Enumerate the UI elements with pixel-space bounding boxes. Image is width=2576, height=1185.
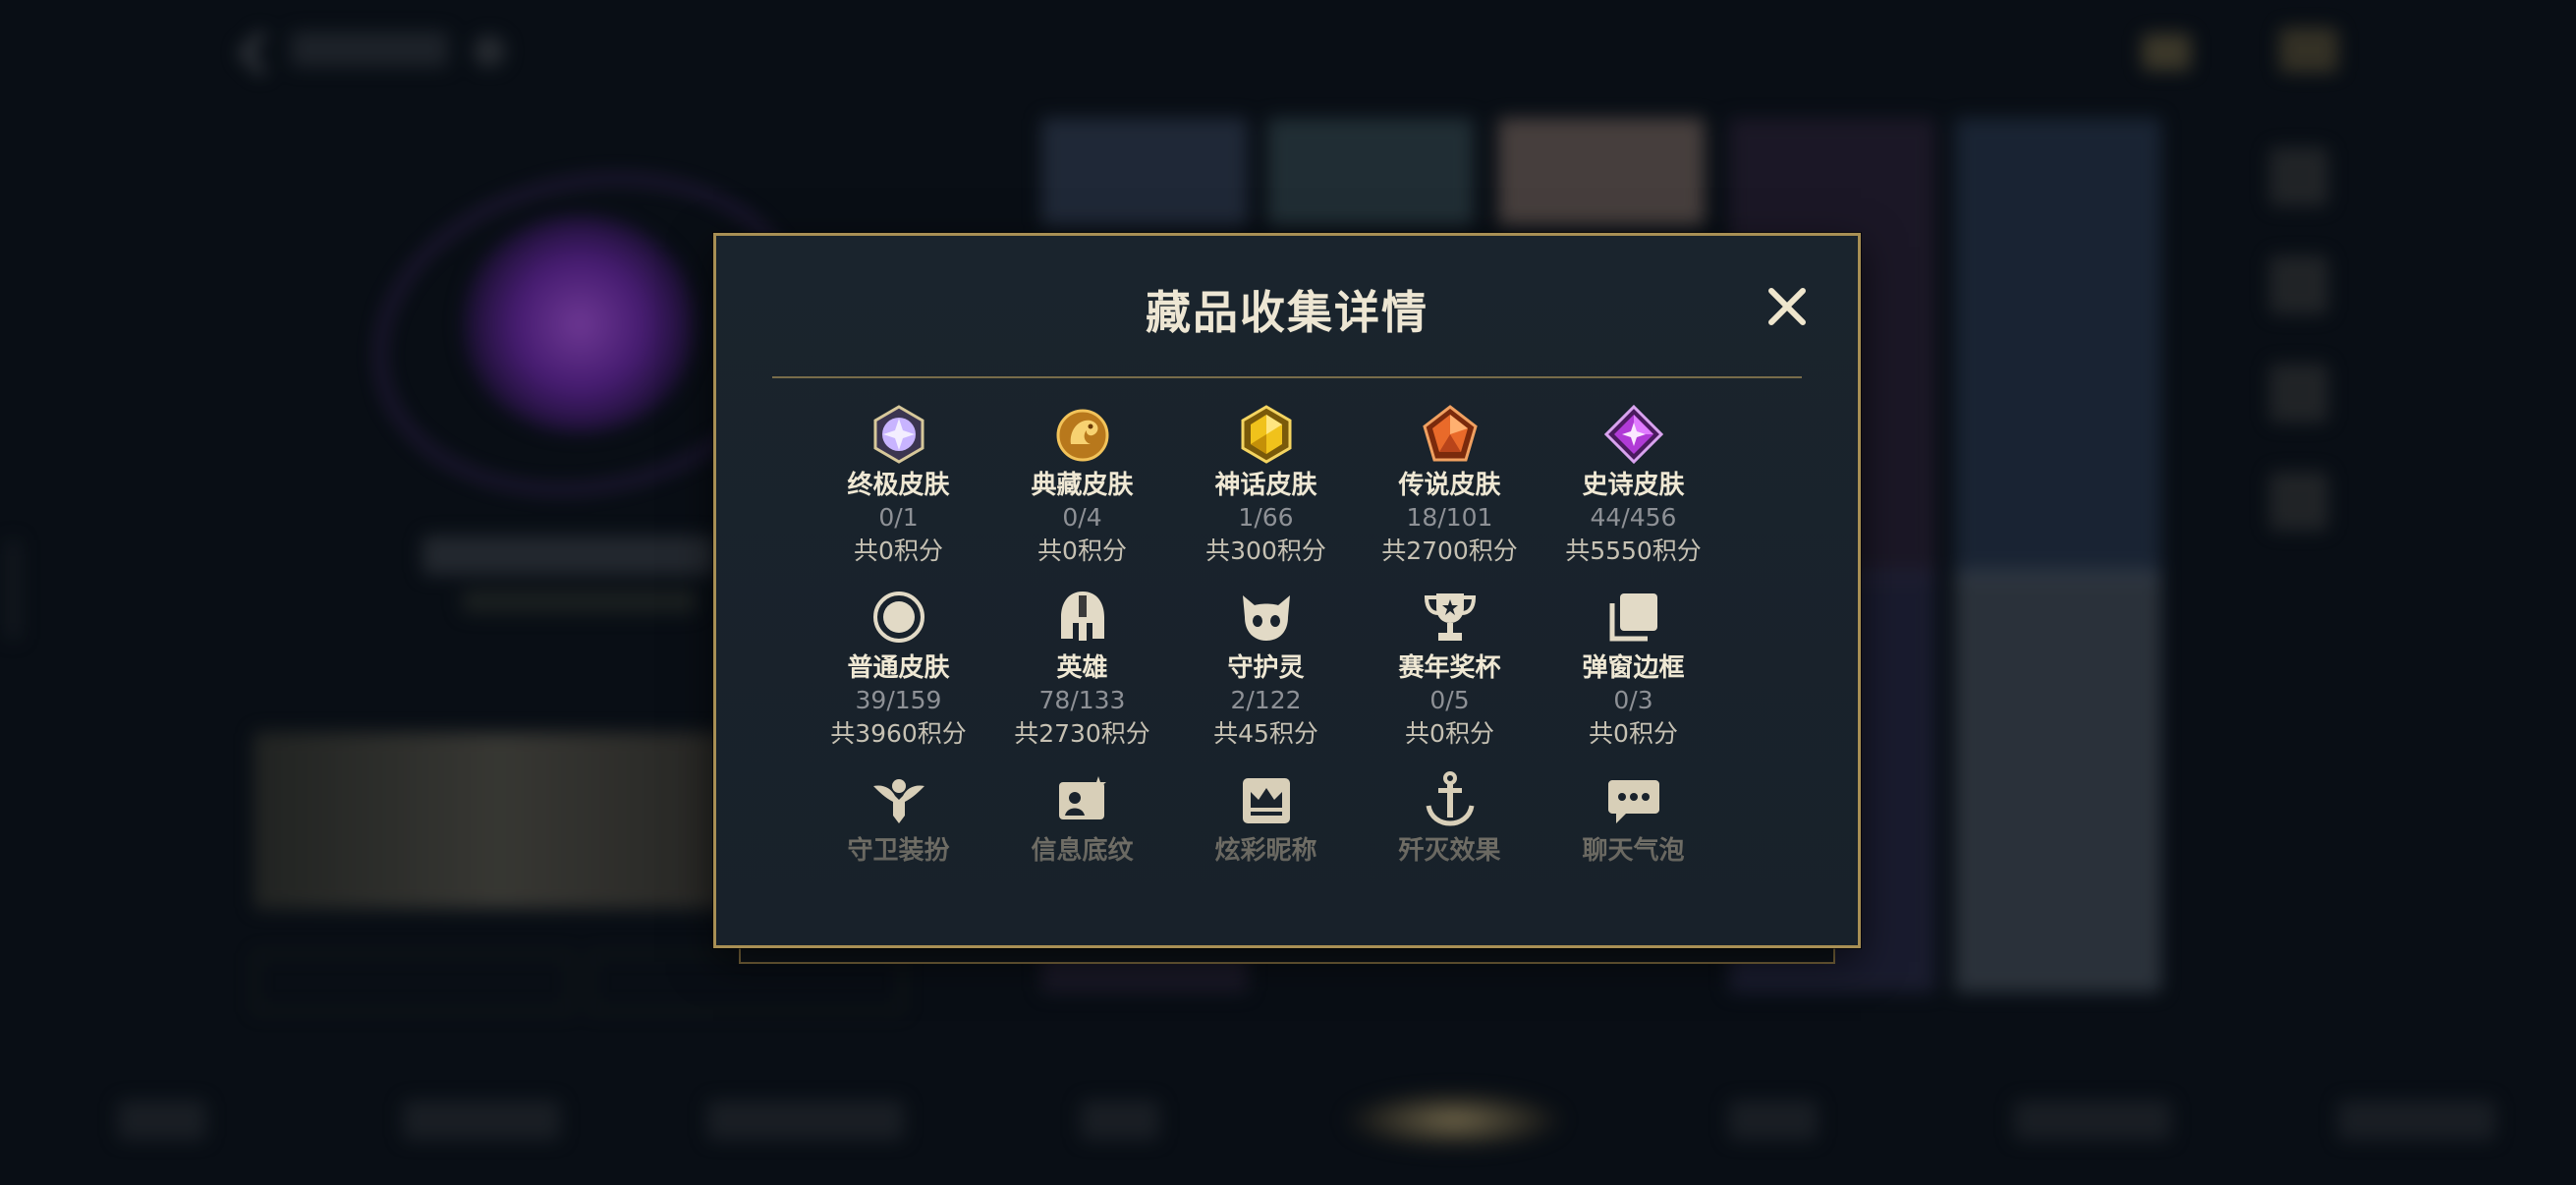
- dialog-title: 藏品收集详情: [1146, 286, 1428, 339]
- category-item-hero[interactable]: 英雄 78/133 共2730积分: [990, 588, 1174, 751]
- collection-detail-dialog: 藏品收集详情 终极皮肤 0/1 共0积分 典藏皮肤 0/4 共0积分 神话皮肤 …: [713, 233, 1861, 948]
- category-item-ultimate-skin[interactable]: 终极皮肤 0/1 共0积分: [807, 405, 990, 568]
- category-points: 共0积分: [1589, 719, 1678, 748]
- category-points: 共0积分: [1037, 536, 1127, 565]
- category-name: 赛年奖杯: [1398, 653, 1501, 683]
- category-points: 共3960积分: [830, 719, 967, 748]
- category-count: 78/133: [1038, 686, 1126, 714]
- chat-bubble-icon: [1607, 780, 1659, 823]
- category-count: 44/456: [1590, 503, 1677, 532]
- category-count: 2/122: [1230, 686, 1302, 714]
- category-item-mythic-skin[interactable]: 神话皮肤 1/66 共300积分: [1174, 405, 1358, 568]
- annihilation-effect-icon: [1426, 771, 1474, 826]
- category-item-normal-skin[interactable]: 普通皮肤 39/159 共3960积分: [807, 588, 990, 751]
- category-count: 0/4: [1062, 503, 1102, 532]
- mythic-skin-icon: [1241, 405, 1291, 464]
- collection-grid: 终极皮肤 0/1 共0积分 典藏皮肤 0/4 共0积分 神话皮肤 1/66 共3…: [807, 405, 1725, 916]
- category-points: 共300积分: [1205, 536, 1326, 565]
- category-count: 0/1: [878, 503, 919, 532]
- category-name: 弹窗边框: [1582, 653, 1685, 683]
- dialog-shadow-edge: [739, 948, 1835, 964]
- category-name: 歼灭效果: [1398, 836, 1501, 866]
- title-divider: [772, 376, 1802, 378]
- ward-skin-icon: [872, 779, 924, 823]
- ultimate-skin-icon: [873, 405, 924, 464]
- info-card-icon: [1058, 776, 1106, 819]
- category-item-popup-frame[interactable]: 弹窗边框 0/3 共0积分: [1541, 588, 1725, 751]
- category-item-ward-skin[interactable]: 守卫装扮: [807, 770, 990, 867]
- category-name: 守卫装扮: [847, 836, 950, 866]
- trophy-icon: [1424, 593, 1476, 641]
- category-points: 共45积分: [1213, 719, 1318, 748]
- category-points: 共5550积分: [1565, 536, 1702, 565]
- colorful-nickname-icon: [1242, 778, 1290, 823]
- category-item-legendary-skin[interactable]: 传说皮肤 18/101 共2700积分: [1358, 405, 1541, 568]
- category-item-colorful-nickname[interactable]: 炫彩昵称: [1174, 770, 1358, 867]
- category-name: 典藏皮肤: [1031, 471, 1134, 500]
- category-points: 共2730积分: [1014, 719, 1150, 748]
- category-count: 1/66: [1238, 503, 1294, 532]
- category-count: 18/101: [1406, 503, 1493, 532]
- category-item-info-card[interactable]: 信息底纹: [990, 770, 1174, 867]
- category-item-season-trophy[interactable]: 赛年奖杯 0/5 共0积分: [1358, 588, 1541, 751]
- category-item-guardian-spirit[interactable]: 守护灵 2/122 共45积分: [1174, 588, 1358, 751]
- epic-skin-icon: [1603, 405, 1663, 464]
- category-name: 守护灵: [1227, 653, 1305, 683]
- category-item-collector-skin[interactable]: 典藏皮肤 0/4 共0积分: [990, 405, 1174, 568]
- category-item-chat-bubble[interactable]: 聊天气泡: [1541, 770, 1725, 867]
- category-name: 炫彩昵称: [1214, 836, 1317, 866]
- category-points: 共2700积分: [1381, 536, 1518, 565]
- category-name: 传说皮肤: [1398, 471, 1501, 500]
- category-name: 聊天气泡: [1582, 836, 1685, 866]
- guardian-spirit-icon: [1242, 595, 1290, 641]
- category-item-annihilation-effect[interactable]: 歼灭效果: [1358, 770, 1541, 867]
- category-points: 共0积分: [854, 536, 943, 565]
- normal-skin-icon: [872, 592, 924, 643]
- category-name: 信息底纹: [1031, 836, 1134, 866]
- category-name: 神话皮肤: [1214, 471, 1317, 500]
- category-count: 0/3: [1613, 686, 1653, 714]
- close-icon[interactable]: [1764, 283, 1811, 330]
- hero-helmet-icon: [1060, 592, 1104, 641]
- category-item-epic-skin[interactable]: 史诗皮肤 44/456 共5550积分: [1541, 405, 1725, 568]
- category-count: 39/159: [855, 686, 942, 714]
- category-points: 共0积分: [1405, 719, 1494, 748]
- popup-frame-icon: [1609, 593, 1657, 642]
- legendary-skin-icon: [1422, 405, 1478, 462]
- category-name: 普通皮肤: [847, 653, 950, 683]
- collector-skin-icon: [1056, 409, 1108, 462]
- category-count: 0/5: [1429, 686, 1470, 714]
- category-name: 终极皮肤: [847, 471, 950, 500]
- category-name: 史诗皮肤: [1582, 471, 1685, 500]
- category-name: 英雄: [1056, 653, 1108, 683]
